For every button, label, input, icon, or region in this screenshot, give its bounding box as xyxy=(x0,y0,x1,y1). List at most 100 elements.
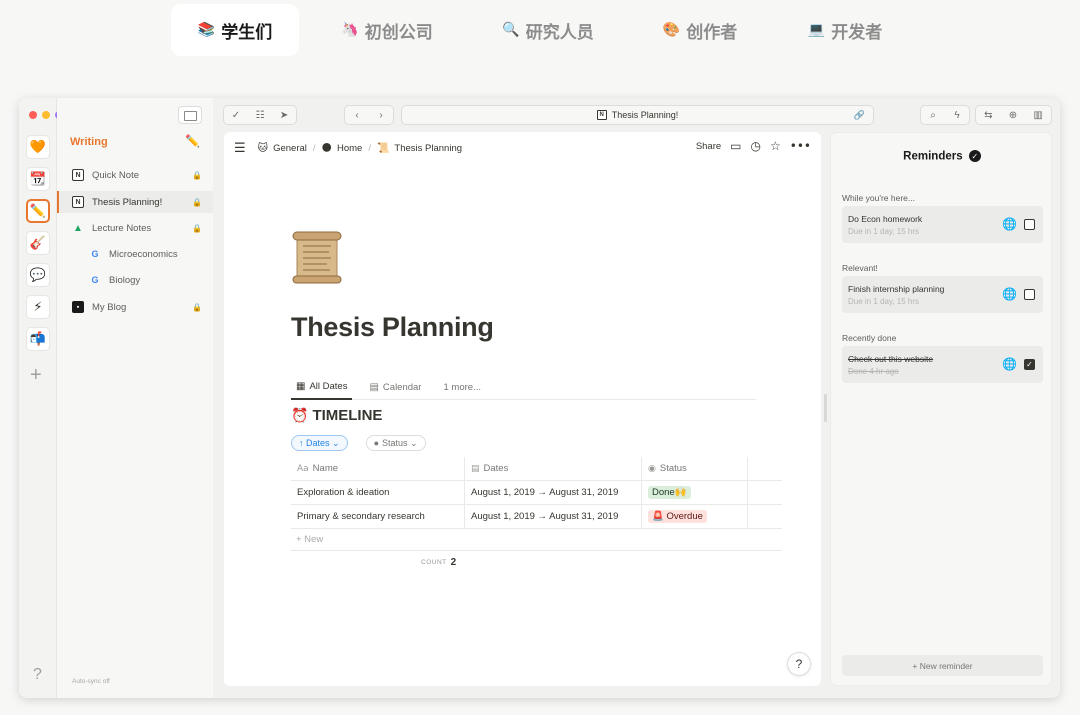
tool-group-right: ⇆ ⊕ ▥ xyxy=(975,105,1052,125)
pencil-workspace-icon[interactable]: ✏️ xyxy=(26,199,50,223)
status-badge: 🚨 Overdue xyxy=(648,510,707,523)
panel-icon[interactable]: ▥ xyxy=(1033,110,1042,121)
status-filter-pill[interactable]: ● Status ⌄ xyxy=(365,435,426,451)
reminder-checkbox-checked[interactable]: ✓ xyxy=(1024,359,1035,370)
column-header-status[interactable]: ◉ Status xyxy=(641,456,747,481)
lightning-workspace-icon[interactable]: ⚡ xyxy=(26,295,50,319)
star-icon[interactable]: ☆ xyxy=(770,139,781,153)
timeline-table: Aa Name ▤ Dates ◉ Status Exploration & i… xyxy=(291,456,782,551)
swap-icon[interactable]: ⇆ xyxy=(984,110,992,121)
address-bar[interactable]: N Thesis Planning! 🔗 xyxy=(401,105,874,125)
database-views: ▦ All Dates ▤ Calendar 1 more... xyxy=(291,376,756,400)
new-reminder-button[interactable]: + New reminder xyxy=(842,655,1043,676)
page-scroll-icon xyxy=(292,231,342,284)
tab-creators[interactable]: 🎨 创作者 xyxy=(650,4,750,56)
books-icon: 📚 xyxy=(197,22,216,38)
column-header-dates[interactable]: ▤ Dates xyxy=(464,456,641,481)
back-icon[interactable]: ‹ xyxy=(355,110,358,121)
cell-dates[interactable]: August 1, 2019 → August 31, 2019 xyxy=(464,480,641,505)
globe-icon[interactable]: 🌐 xyxy=(1002,217,1017,231)
workspace-rail: 🧡 📆 ✏️ 🎸 💬 ⚡ 📬 + ? xyxy=(19,98,63,698)
tab-label: 学生们 xyxy=(221,22,273,43)
close-window-button[interactable] xyxy=(29,111,37,119)
guitar-workspace-icon[interactable]: 🎸 xyxy=(26,231,50,255)
table-row[interactable]: Primary & secondary research August 1, 2… xyxy=(291,504,782,529)
new-row-button[interactable]: + New xyxy=(291,529,782,551)
table-icon: ▦ xyxy=(296,381,306,392)
view-tab-more[interactable]: 1 more... xyxy=(438,376,486,400)
more-icon[interactable]: ••• xyxy=(790,139,811,153)
date-property-icon: ▤ xyxy=(471,463,480,474)
reminder-card[interactable]: Do Econ homework Due in 1 day, 15 hrs 🌐 xyxy=(842,206,1043,243)
section-label: While you're here... xyxy=(842,193,915,203)
view-tab-calendar[interactable]: ▤ Calendar xyxy=(364,376,426,400)
cell-status[interactable]: 🚨 Overdue xyxy=(641,504,747,529)
sidebar-item-thesis-planning[interactable]: N Thesis Planning! 🔒 xyxy=(57,191,213,213)
tab-students[interactable]: 📚 学生们 xyxy=(171,4,299,56)
bolt-icon[interactable]: ϟ xyxy=(954,110,959,121)
sidebar-item-my-blog[interactable]: ▪ My Blog 🔒 xyxy=(57,296,213,318)
calendar-workspace-icon[interactable]: 📆 xyxy=(26,167,50,191)
menu-icon[interactable]: ☰ xyxy=(234,140,246,156)
notion-icon: N xyxy=(72,196,84,208)
panel-resize-handle[interactable] xyxy=(824,394,827,422)
link-icon[interactable]: 🔗 xyxy=(854,110,865,121)
edit-icon[interactable]: ✏️ xyxy=(185,134,200,148)
unicorn-icon: 🦄 xyxy=(341,22,359,38)
sidebar-item-microeconomics[interactable]: G Microeconomics xyxy=(57,243,213,265)
database-title-text: TIMELINE xyxy=(312,407,383,424)
reminder-card[interactable]: Finish internship planning Due in 1 day,… xyxy=(842,276,1043,313)
help-icon[interactable]: ? xyxy=(33,666,42,684)
lock-icon: 🔒 xyxy=(192,302,202,312)
cell-dates[interactable]: August 1, 2019 → August 31, 2019 xyxy=(464,504,641,529)
column-header-empty xyxy=(747,456,782,481)
view-tab-all-dates[interactable]: ▦ All Dates xyxy=(291,376,353,400)
reminder-checkbox[interactable] xyxy=(1024,289,1035,300)
globe-icon[interactable]: 🌐 xyxy=(1002,357,1017,371)
help-button[interactable]: ? xyxy=(787,652,811,676)
sidebar-toggle-icon[interactable] xyxy=(178,106,202,124)
reminder-title: Check out this website xyxy=(848,354,934,364)
reminder-due: Done 4 hr ago xyxy=(848,367,899,376)
reminder-checkbox[interactable] xyxy=(1024,219,1035,230)
cell-status[interactable]: Done🙌 xyxy=(641,480,747,505)
checkmark-icon[interactable]: ✓ xyxy=(232,110,240,121)
tab-startups[interactable]: 🦄 初创公司 xyxy=(325,4,449,56)
tool-group-left: ✓ ☷ ➤ xyxy=(223,105,297,125)
minimize-window-button[interactable] xyxy=(42,111,50,119)
sidebar-item-lecture-notes[interactable]: ▲ Lecture Notes 🔒 xyxy=(57,217,213,239)
column-header-name[interactable]: Aa Name xyxy=(291,457,464,481)
tab-label: 开发者 xyxy=(831,22,883,43)
search-icon[interactable]: ⌕ xyxy=(930,110,936,121)
tab-researchers[interactable]: 🔍 研究人员 xyxy=(490,4,606,56)
download-icon[interactable]: ⊕ xyxy=(1009,110,1017,121)
table-row[interactable]: Exploration & ideation August 1, 2019 → … xyxy=(291,480,782,505)
forward-icon[interactable]: › xyxy=(379,110,382,121)
heart-workspace-icon[interactable]: 🧡 xyxy=(26,135,50,159)
cell-name[interactable]: Primary & secondary research xyxy=(291,505,464,529)
mailbox-workspace-icon[interactable]: 📬 xyxy=(26,327,50,351)
reminder-due: Due in 1 day, 15 hrs xyxy=(848,297,920,306)
dates-sort-pill[interactable]: ↑ Dates ⌄ xyxy=(291,435,348,451)
reminders-title: Reminders ✓ xyxy=(831,150,1053,163)
history-icon[interactable]: ◷ xyxy=(751,139,761,153)
sidebar-item-biology[interactable]: G Biology xyxy=(57,269,213,291)
reminder-card[interactable]: Check out this website Done 4 hr ago 🌐 ✓ xyxy=(842,346,1043,383)
sidebar-item-quick-note[interactable]: N Quick Note 🔒 xyxy=(57,164,213,186)
cell-name[interactable]: Exploration & ideation xyxy=(291,481,464,505)
breadcrumb-item[interactable]: General xyxy=(273,143,307,154)
breadcrumb-item[interactable]: Home xyxy=(337,143,362,154)
reminder-due: Due in 1 day, 15 hrs xyxy=(848,227,920,236)
lock-icon: 🔒 xyxy=(192,223,202,233)
chat-workspace-icon[interactable]: 💬 xyxy=(26,263,50,287)
list-icon[interactable]: ☷ xyxy=(256,110,265,121)
globe-icon[interactable]: 🌐 xyxy=(1002,287,1017,301)
breadcrumb-item[interactable]: Thesis Planning xyxy=(394,143,462,154)
share-button[interactable]: Share xyxy=(696,141,721,152)
comment-icon[interactable]: ▭ xyxy=(730,139,741,153)
page-title[interactable]: Thesis Planning xyxy=(291,312,494,343)
send-icon[interactable]: ➤ xyxy=(280,110,288,121)
add-workspace-icon[interactable]: + xyxy=(30,364,42,387)
database-title[interactable]: ⏰ TIMELINE xyxy=(291,407,382,424)
tab-developers[interactable]: 💻 开发者 xyxy=(795,4,895,56)
